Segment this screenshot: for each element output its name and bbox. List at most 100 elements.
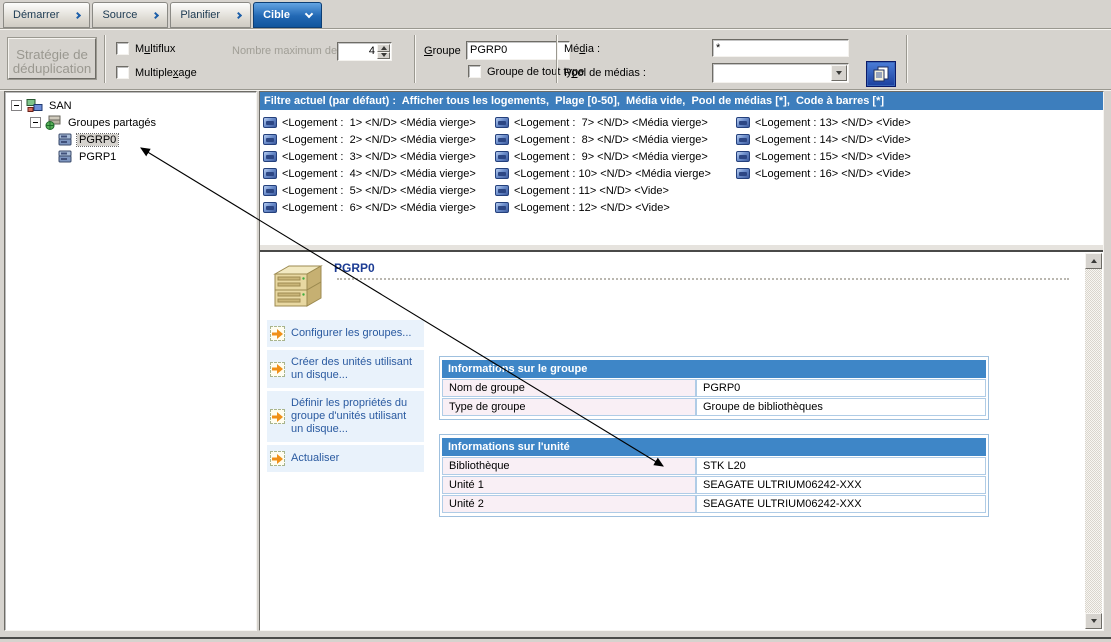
filter-bar: Filtre actuel (par défaut) : Afficher to… [260,92,1103,110]
collapse-icon[interactable] [11,100,22,111]
multiflux-checkbox[interactable] [116,42,129,55]
slot-item[interactable]: <Logement : 10> <N/D> <Média vierge> [495,165,711,182]
tree-node-san[interactable]: SAN [11,97,74,114]
tout-type-checkbox[interactable] [468,65,481,78]
link-refresh[interactable]: Actualiser [267,445,424,472]
tab-source[interactable]: Source [92,2,168,28]
toolbar: Stratégie de déduplication Multiflux Mul… [0,28,1111,90]
multiplexage-row: Multiplexage [116,66,197,79]
group-info-table: Informations sur le groupe Nom de groupe… [439,356,989,420]
media-value: * [716,42,720,54]
tree-node-pgrp0[interactable]: PGRP0 [57,131,118,148]
up-arrow-icon [1091,259,1097,263]
groupe-value: PGRP0 [470,44,507,56]
groupe-label: Groupe [424,45,461,57]
spin-down-button[interactable] [377,52,390,60]
dropdown-button[interactable] [831,65,847,81]
toolbar-separator [104,35,106,83]
tab-label: Démarrer [13,9,59,21]
task-links: Configurer les groupes... Créer des unit… [267,320,424,472]
san-icon [26,99,43,113]
chevron-down-icon [305,9,313,17]
link-create-disk-devices[interactable]: Créer des unités utilisant un disque... [267,350,424,388]
cassette-icon [495,134,509,145]
slot-item[interactable]: <Logement : 1> <N/D> <Média vierge> [263,114,476,131]
scroll-down-button[interactable] [1085,613,1102,629]
chevron-right-icon [152,11,159,18]
printer-icon [872,66,890,82]
table-header: Informations sur l'unité [442,438,986,456]
media-input[interactable]: * [712,39,849,57]
device-tree-panel: SAN Groupes partagés PGRP0 PGRP1 [4,91,257,631]
slot-item[interactable]: <Logement : 5> <N/D> <Média vierge> [263,182,476,199]
slot-item[interactable]: <Logement : 16> <N/D> <Vide> [736,165,911,182]
tree-node-pgrp1[interactable]: PGRP1 [57,148,118,165]
cassette-icon [495,151,509,162]
panel-splitter[interactable] [260,244,1103,252]
slot-item[interactable]: <Logement : 4> <N/D> <Média vierge> [263,165,476,182]
cassette-icon [736,117,750,128]
multiflux-label: Multiflux [135,43,175,55]
groupe-input[interactable]: PGRP0 [466,41,570,60]
slot-item[interactable]: <Logement : 6> <N/D> <Média vierge> [263,199,476,216]
orange-arrow-icon [270,326,285,341]
slot-item[interactable]: <Logement : 9> <N/D> <Média vierge> [495,148,711,165]
slot-item[interactable]: <Logement : 8> <N/D> <Média vierge> [495,131,711,148]
tree-node-label: Groupes partagés [66,117,158,129]
orange-arrow-icon [270,362,285,377]
details-scrollbar[interactable] [1085,253,1102,629]
slot-item[interactable]: <Logement : 12> <N/D> <Vide> [495,199,711,216]
spin-up-button[interactable] [377,44,390,52]
cassette-icon [263,134,277,145]
slot-item[interactable]: <Logement : 15> <N/D> <Vide> [736,148,911,165]
tree-node-label: PGRP1 [77,151,118,163]
link-configure-groups[interactable]: Configurer les groupes... [267,320,424,347]
library-device-icon [269,260,327,310]
orange-arrow-icon [270,451,285,466]
unit-info-table: Informations sur l'unité BibliothèqueSTK… [439,434,989,517]
tree-node-label: PGRP0 [77,134,118,146]
tab-cible[interactable]: Cible [253,2,322,28]
chevron-right-icon [235,11,242,18]
link-define-group-properties[interactable]: Définir les propriétés du groupe d'unité… [267,391,424,442]
pool-label: Pool de médias : [564,67,646,79]
slot-item[interactable]: <Logement : 11> <N/D> <Vide> [495,182,711,199]
slot-item[interactable]: <Logement : 3> <N/D> <Média vierge> [263,148,476,165]
pool-dropdown[interactable] [712,63,849,83]
table-header: Informations sur le groupe [442,360,986,378]
library-icon [57,150,73,164]
slot-item[interactable]: <Logement : 14> <N/D> <Vide> [736,131,911,148]
slot-column-1: <Logement : 1> <N/D> <Média vierge> <Log… [263,114,476,216]
cassette-icon [736,151,750,162]
slot-item[interactable]: <Logement : 2> <N/D> <Média vierge> [263,131,476,148]
slot-item[interactable]: <Logement : 7> <N/D> <Média vierge> [495,114,711,131]
chevron-right-icon [74,11,81,18]
tab-demarrer[interactable]: Démarrer [3,2,90,28]
tab-label: Planifier [180,9,220,21]
down-arrow-icon [1091,619,1097,623]
table-row: BibliothèqueSTK L20 [442,457,986,475]
dedupe-strategy-label-line2: déduplication [13,61,92,76]
max-flux-value: 4 [369,45,375,57]
cassette-icon [495,185,509,196]
cassette-icon [736,168,750,179]
print-media-button[interactable] [866,61,896,87]
multiflux-row: Multiflux [116,42,175,55]
cassette-icon [495,117,509,128]
tree-node-shared-groups[interactable]: Groupes partagés [30,114,158,131]
slot-column-2: <Logement : 7> <N/D> <Média vierge> <Log… [495,114,711,216]
slot-item[interactable]: <Logement : 13> <N/D> <Vide> [736,114,911,131]
dedupe-strategy-label-line1: Stratégie de [16,47,88,62]
multiplexage-checkbox[interactable] [116,66,129,79]
multiplexage-label: Multiplexage [135,67,197,79]
collapse-icon[interactable] [30,117,41,128]
max-flux-spinner[interactable]: 4 [337,42,392,61]
scroll-up-button[interactable] [1085,253,1102,269]
details-panel: PGRP0 Configurer les groupes... Créer de… [260,252,1103,630]
dedupe-strategy-button[interactable]: Stratégie de déduplication [8,38,96,79]
title-separator [337,278,1069,280]
toolbar-separator [414,35,416,83]
media-label: Média : [564,43,600,55]
tab-planifier[interactable]: Planifier [170,2,251,28]
cassette-icon [736,134,750,145]
